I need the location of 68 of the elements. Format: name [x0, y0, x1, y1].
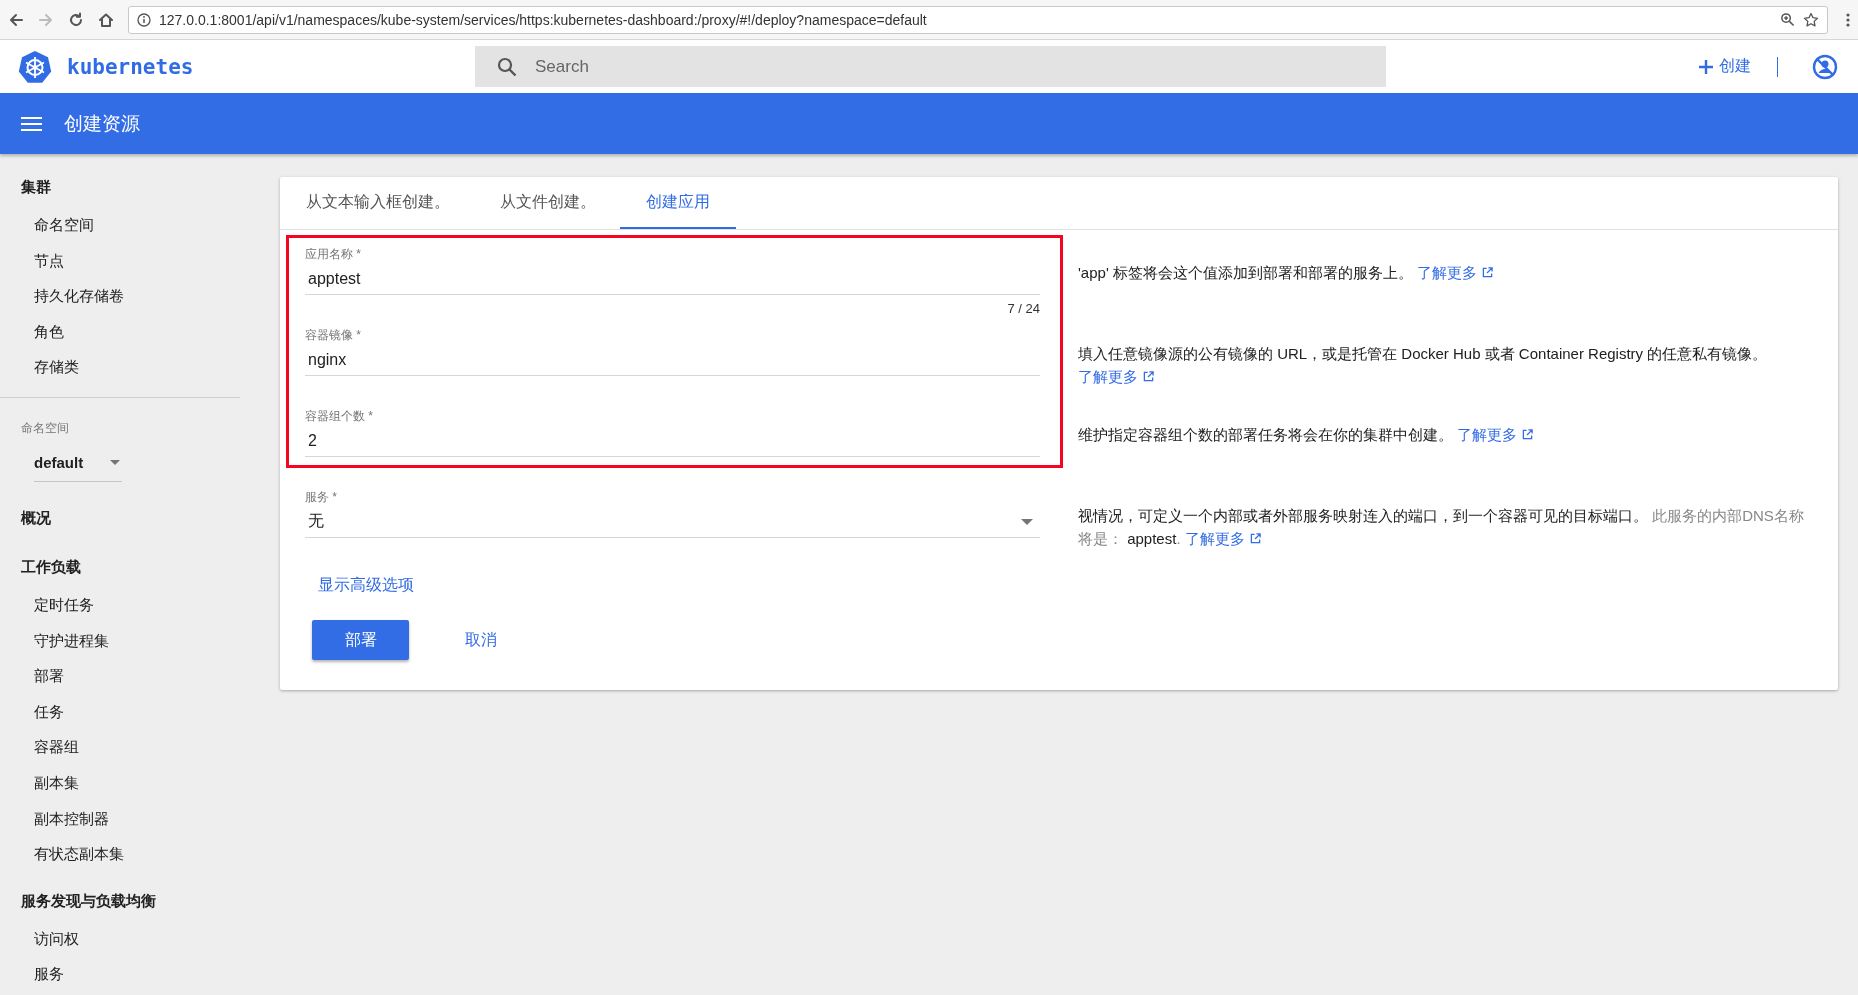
- nav-item[interactable]: 服务: [0, 956, 240, 992]
- nav-item[interactable]: 副本集: [0, 764, 240, 801]
- nav-item[interactable]: 有状态副本集: [0, 836, 240, 872]
- create-button[interactable]: 创建: [1697, 52, 1753, 81]
- slashed-person-icon[interactable]: [1812, 53, 1838, 80]
- nav-item[interactable]: 任务: [0, 693, 240, 730]
- nav-item[interactable]: 角色: [0, 313, 240, 350]
- search-bar[interactable]: Search: [475, 46, 1386, 87]
- external-link-icon: [1482, 267, 1494, 278]
- search-field[interactable]: Search: [533, 55, 1386, 78]
- field-label: 容器组个数 *: [305, 409, 374, 423]
- learn-more-link[interactable]: 了解更多: [1078, 365, 1154, 388]
- nav-item[interactable]: 定时任务: [0, 586, 240, 623]
- address-bar[interactable]: 127.0.0.1:8001/api/v1/namespaces/kube-system/services/https:kubernetes-dashboard:/proxy/#!/deploy?namespace=default: [128, 5, 1828, 34]
- nav-section-title[interactable]: 工作负载: [0, 545, 240, 587]
- nav-item[interactable]: 容器组: [0, 729, 240, 765]
- home-icon[interactable]: [98, 11, 114, 28]
- tab[interactable]: 创建应用: [620, 177, 736, 229]
- plus-icon: [1699, 59, 1713, 74]
- star-icon[interactable]: [1803, 11, 1819, 28]
- caret-icon: [1021, 518, 1033, 525]
- nav-section-title[interactable]: 服务发现与负载均衡: [0, 879, 240, 921]
- back-arrow-icon[interactable]: [8, 11, 24, 28]
- external-link-icon: [1143, 371, 1154, 382]
- deploy-button[interactable]: 部署: [312, 620, 409, 660]
- nav-item[interactable]: 副本控制器: [0, 800, 240, 837]
- text-field[interactable]: 2: [305, 425, 1040, 457]
- caret-icon: [110, 459, 120, 465]
- nav-section-title[interactable]: 概况: [0, 496, 240, 538]
- text-field[interactable]: nginx: [305, 344, 1040, 376]
- learn-more-link[interactable]: 了解更多: [1457, 423, 1534, 446]
- field-label: 应用名称 *: [305, 247, 362, 261]
- menu-icon[interactable]: [21, 115, 42, 132]
- nav-item[interactable]: 持久化存储卷: [0, 278, 240, 314]
- page-title: 创建资源: [64, 111, 140, 136]
- learn-more-link[interactable]: 了解更多: [1184, 527, 1261, 550]
- zoom-icon[interactable]: [1780, 12, 1795, 27]
- advanced-options-link[interactable]: 显示高级选项: [318, 575, 414, 596]
- wheel-logo-icon: [18, 49, 52, 84]
- field-label: 服务 *: [305, 490, 338, 504]
- external-link-icon: [1522, 429, 1534, 440]
- field-label: 容器镜像 *: [305, 328, 362, 342]
- service-select[interactable]: 无: [305, 506, 1040, 538]
- logo-text[interactable]: kubernetes: [67, 54, 194, 79]
- help-text: 填入任意镜像源的公有镜像的 URL，或是托管在 Docker Hub 或者 Container Registry 的任意私有镜像。 了解更多: [1078, 328, 1813, 409]
- nav-item[interactable]: 访问权: [0, 920, 240, 957]
- external-link-icon: [1249, 533, 1261, 544]
- reload-icon[interactable]: [68, 11, 84, 28]
- nav-section-title[interactable]: 集群: [0, 166, 240, 207]
- namespace-select[interactable]: default: [34, 443, 122, 482]
- nav-item[interactable]: 节点: [0, 242, 240, 279]
- learn-more-link[interactable]: 了解更多: [1417, 261, 1494, 284]
- text-field[interactable]: apptest: [305, 263, 1040, 295]
- tab[interactable]: 从文件创建。: [474, 177, 622, 229]
- help-text: 维护指定容器组个数的部署任务将会在你的集群中创建。 了解更多: [1078, 409, 1813, 490]
- character-counter: 7 / 24: [1007, 301, 1040, 316]
- search-icon: [497, 56, 517, 77]
- nav-item[interactable]: 存储类: [0, 349, 240, 385]
- cancel-button[interactable]: 取消: [437, 620, 525, 660]
- info-icon: [137, 12, 151, 27]
- help-text: 视情况，可定义一个内部或者外部服务映射连入的端口，到一个容器可见的目标端口。 此服务的内部DNS名称将是： apptest. 了解更多: [1078, 490, 1813, 571]
- namespace-label: 命名空间: [20, 419, 70, 436]
- nav-item[interactable]: 守护进程集: [0, 622, 240, 659]
- more-menu-icon[interactable]: [1846, 11, 1850, 28]
- nav-item[interactable]: 命名空间: [0, 207, 240, 243]
- help-text: 'app' 标签将会这个值添加到部署和部署的服务上。 了解更多: [1078, 247, 1813, 328]
- nav-item[interactable]: 部署: [0, 658, 240, 694]
- tab[interactable]: 从文本输入框创建。: [280, 177, 476, 229]
